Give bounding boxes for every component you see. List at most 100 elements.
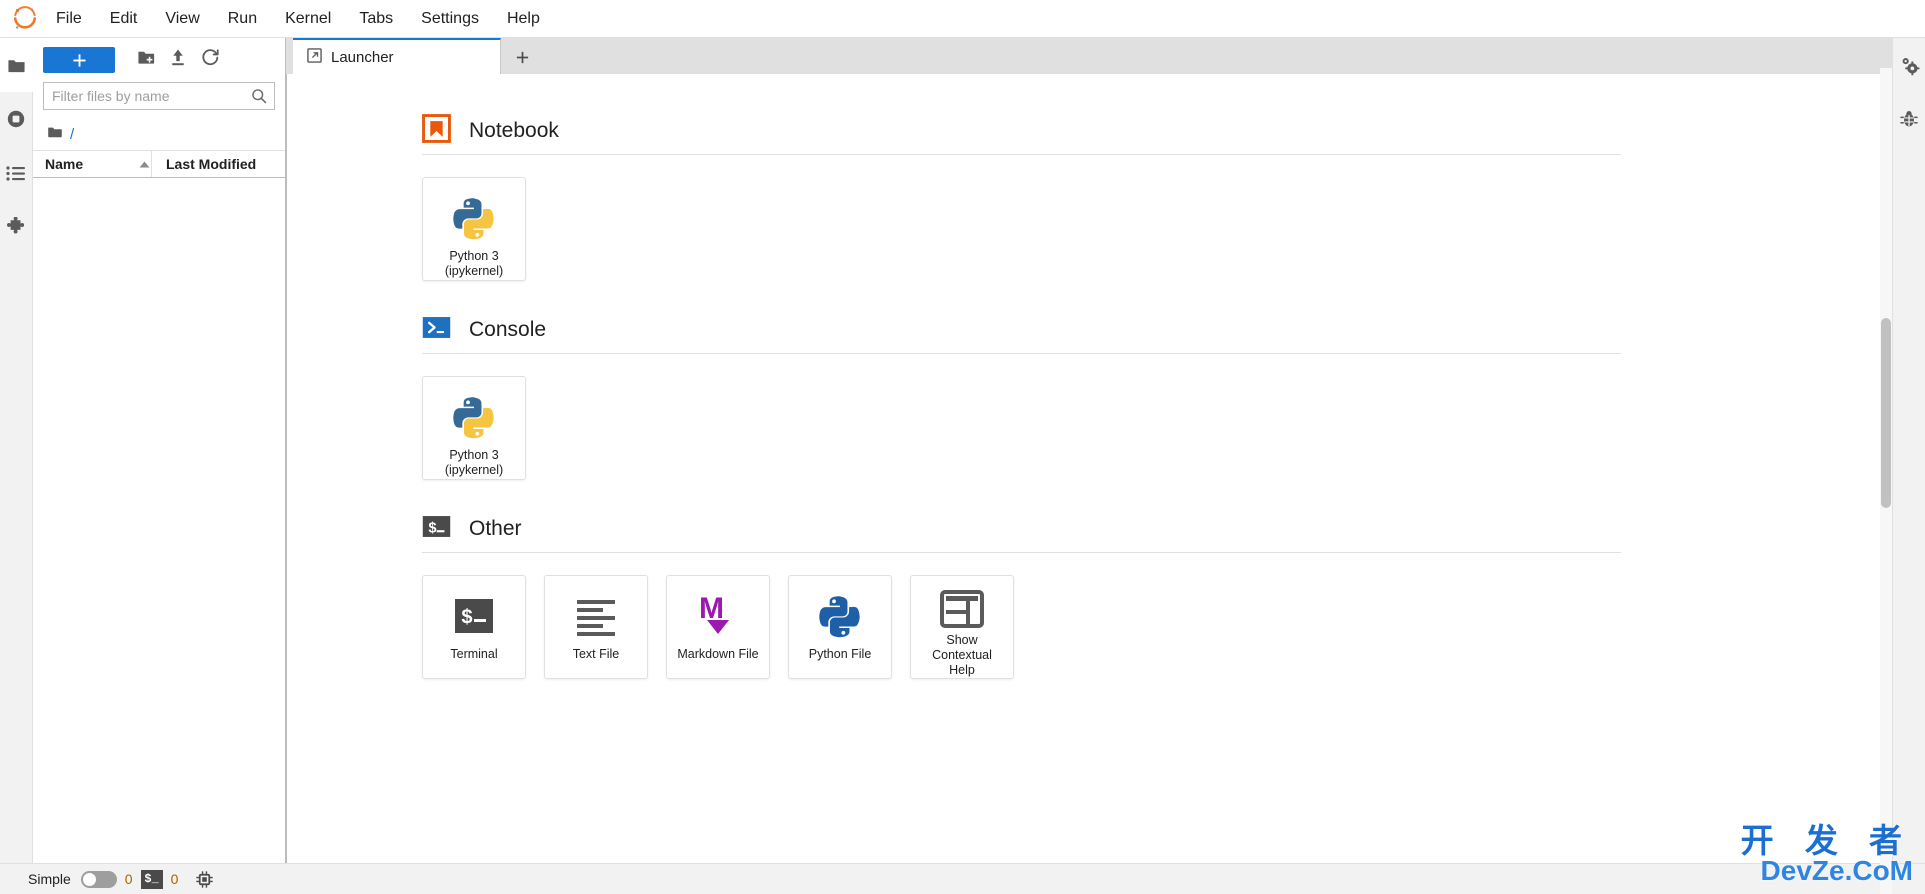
launcher-panel: Notebook Python 3 (ipykernel) Console Py… — [286, 74, 1892, 863]
notebook-icon — [422, 114, 451, 148]
launcher-card-label: Python File — [808, 647, 872, 661]
status-bar: Simple 0 $_ 0 — [0, 863, 1925, 894]
sidebar-item-commands[interactable] — [0, 146, 33, 200]
column-header-last-modified-label: Last Modified — [166, 156, 257, 172]
column-header-name[interactable]: Name — [33, 151, 151, 177]
breadcrumb: / — [33, 118, 285, 150]
terminal-icon: $ — [422, 512, 451, 546]
launcher-card-notebook-python3[interactable]: Python 3 (ipykernel) — [422, 177, 526, 281]
left-activity-bar — [0, 38, 33, 863]
upload-icon — [169, 48, 187, 72]
menu-kernel[interactable]: Kernel — [272, 5, 344, 33]
menu-view[interactable]: View — [152, 5, 212, 33]
sort-ascending-icon — [138, 156, 151, 172]
launcher-icon — [307, 47, 322, 67]
launcher-card-row-other: $ Terminal Text File M Markdown File Pyt… — [422, 575, 1621, 679]
launcher-content: Notebook Python 3 (ipykernel) Console Py… — [287, 114, 1787, 679]
folder-icon[interactable] — [47, 124, 63, 145]
search-input[interactable] — [44, 83, 251, 109]
list-icon — [6, 165, 26, 182]
launcher-card-label: Python 3 (ipykernel) — [444, 448, 504, 477]
plus-icon — [516, 51, 528, 63]
tab-bar: Launcher — [286, 38, 1892, 74]
new-tab-button[interactable] — [507, 43, 537, 71]
file-filter-box — [43, 82, 275, 110]
toggle-knob — [82, 872, 96, 886]
launcher-card-label: Show Contextual Help — [932, 633, 992, 677]
launcher-section-notebook: Notebook Python 3 (ipykernel) — [422, 114, 1621, 281]
terminal-count: 0 — [124, 871, 133, 887]
launcher-card-label: Text File — [572, 647, 620, 661]
file-list[interactable] — [33, 178, 285, 863]
menu-run[interactable]: Run — [215, 5, 270, 33]
menu-edit[interactable]: Edit — [97, 5, 151, 33]
section-rule — [422, 154, 1621, 155]
svg-text:$: $ — [428, 522, 437, 538]
launcher-card-terminal[interactable]: $ Terminal — [422, 575, 526, 679]
plus-icon — [72, 53, 86, 67]
mode-label: Simple — [28, 871, 71, 887]
launcher-card-console-python3[interactable]: Python 3 (ipykernel) — [422, 376, 526, 480]
python-logo-icon — [451, 391, 497, 443]
terminal-icon: $ — [452, 590, 496, 642]
breadcrumb-root[interactable]: / — [70, 126, 74, 143]
python-logo-icon — [817, 590, 863, 642]
sidebar-item-extension-manager[interactable] — [0, 200, 33, 254]
console-icon — [422, 313, 451, 347]
file-browser-toolbar — [33, 38, 285, 82]
markdown-icon: M — [695, 590, 741, 642]
stop-circle-icon — [6, 109, 26, 129]
right-activity-bar — [1892, 38, 1925, 863]
launcher-card-markdown-file[interactable]: M Markdown File — [666, 575, 770, 679]
svg-text:$: $ — [461, 607, 473, 630]
launcher-card-contextual-help[interactable]: Show Contextual Help — [910, 575, 1014, 679]
text-file-icon — [574, 590, 618, 642]
section-header-other: $ Other — [422, 512, 1621, 546]
section-header-console: Console — [422, 313, 1621, 347]
launcher-scrollbar-thumb[interactable] — [1881, 318, 1891, 508]
refresh-button[interactable] — [195, 46, 225, 74]
section-rule — [422, 552, 1621, 553]
sidebar-item-debugger[interactable] — [1893, 92, 1925, 146]
launcher-card-row-console: Python 3 (ipykernel) — [422, 376, 1621, 480]
menu-help[interactable]: Help — [494, 5, 553, 33]
column-header-last-modified[interactable]: Last Modified — [151, 151, 285, 177]
sidebar-item-property-inspector[interactable] — [1893, 38, 1925, 92]
sidebar-item-file-browser[interactable] — [0, 38, 33, 92]
section-header-notebook: Notebook — [422, 114, 1621, 148]
terminal-badge-icon[interactable]: $_ — [140, 869, 163, 889]
launcher-card-row-notebook: Python 3 (ipykernel) — [422, 177, 1621, 281]
new-folder-button[interactable] — [131, 46, 161, 74]
menu-tabs[interactable]: Tabs — [346, 5, 406, 33]
launcher-card-label: Markdown File — [677, 647, 759, 661]
launcher-card-python-file[interactable]: Python File — [788, 575, 892, 679]
jupyter-logo-icon — [8, 2, 42, 36]
puzzle-icon — [6, 217, 26, 237]
search-icon[interactable] — [251, 88, 274, 104]
section-rule — [422, 353, 1621, 354]
launcher-card-label: Python 3 (ipykernel) — [444, 249, 504, 278]
gears-icon — [1899, 55, 1920, 76]
tab-launcher[interactable]: Launcher — [293, 38, 501, 74]
menu-settings[interactable]: Settings — [408, 5, 492, 33]
menu-bar: File Edit View Run Kernel Tabs Settings … — [0, 0, 1925, 38]
section-title-notebook: Notebook — [469, 119, 559, 142]
contextual-help-icon — [940, 590, 984, 628]
launcher-section-console: Console Python 3 (ipykernel) — [422, 313, 1621, 480]
status-bar-mode: Simple — [28, 870, 117, 888]
folder-icon — [7, 56, 26, 75]
file-browser-panel: / Name Last Modified — [33, 38, 286, 863]
launcher-section-other: $ Other $ Terminal Text File M Markdown … — [422, 512, 1621, 679]
jupyterlab-window: File Edit View Run Kernel Tabs Settings … — [0, 0, 1925, 894]
kernel-chip-icon[interactable] — [186, 870, 223, 889]
new-launcher-button[interactable] — [43, 47, 115, 73]
sidebar-item-running-sessions[interactable] — [0, 92, 33, 146]
kernel-count: 0 — [170, 871, 179, 887]
launcher-card-text-file[interactable]: Text File — [544, 575, 648, 679]
simple-mode-toggle[interactable] — [80, 870, 117, 888]
menu-file[interactable]: File — [43, 5, 95, 33]
new-folder-icon — [137, 48, 156, 72]
upload-button[interactable] — [163, 46, 193, 74]
file-filter-container — [33, 82, 285, 118]
bug-icon — [1899, 109, 1919, 129]
